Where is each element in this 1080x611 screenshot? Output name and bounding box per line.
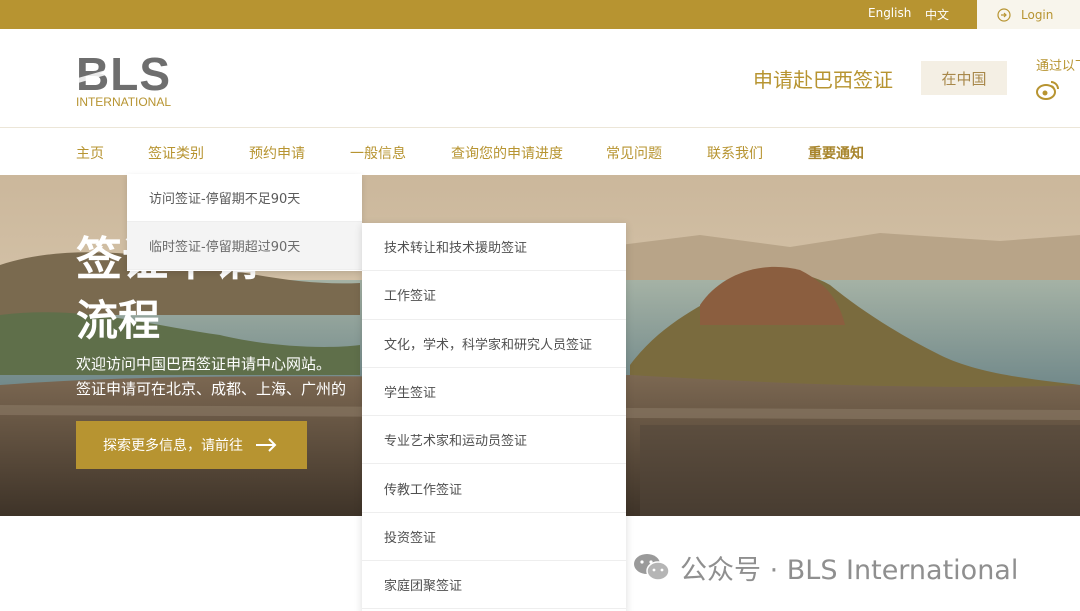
submenu-item-artist-athlete-visa[interactable]: 专业艺术家和运动员签证 — [362, 416, 626, 465]
follow-us-label: 通过以下 — [1036, 59, 1080, 74]
svg-text:INTERNATIONAL: INTERNATIONAL — [76, 95, 171, 109]
weibo-icon[interactable] — [1036, 79, 1060, 101]
header: BLS INTERNATIONAL 申请赴巴西签证 在中国 通过以下 — [0, 29, 1080, 128]
login-icon — [997, 7, 1011, 22]
language-english[interactable]: English — [868, 6, 911, 20]
nav-visa-types[interactable]: 签证类别 — [148, 143, 204, 163]
nav-home[interactable]: 主页 — [76, 143, 104, 163]
nav-faq[interactable]: 常见问题 — [606, 143, 662, 163]
submenu-item-missionary-visa[interactable]: 传教工作签证 — [362, 464, 626, 513]
submenu-item-family-reunion-visa[interactable]: 家庭团聚签证 — [362, 561, 626, 610]
watermark-text: 公众号 · BLS International — [680, 554, 1019, 586]
hero-description-line1: 欢迎访问中国巴西签证申请中心网站。 — [76, 355, 332, 373]
nav-track-application[interactable]: 查询您的申请进度 — [451, 143, 563, 163]
bls-logo[interactable]: BLS INTERNATIONAL — [76, 48, 176, 112]
menu-item-temporary-visa[interactable]: 临时签证-停留期超过90天 — [127, 222, 362, 270]
page: English 中文 Login BLS INTERNATIONAL 申请赴巴西… — [0, 0, 1080, 611]
menu-item-visit-visa[interactable]: 访问签证-停留期不足90天 — [127, 174, 362, 222]
submenu-item-culture-academic-visa[interactable]: 文化，学术，科学家和研究人员签证 — [362, 320, 626, 368]
top-bar: English 中文 Login — [0, 0, 1080, 29]
wechat-icon — [634, 554, 670, 581]
country-selector-button[interactable]: 在中国 — [921, 61, 1007, 95]
main-nav: 主页 签证类别 预约申请 一般信息 查询您的申请进度 常见问题 联系我们 重要通… — [0, 129, 1080, 174]
language-chinese[interactable]: 中文 — [925, 6, 949, 23]
visa-types-dropdown: 访问签证-停留期不足90天 临时签证-停留期超过90天 — [127, 174, 362, 271]
hero-title-line2: 流程 — [76, 296, 161, 345]
temporary-visa-submenu: 技术转让和技术援助签证 工作签证 文化，学术，科学家和研究人员签证 学生签证 专… — [362, 223, 626, 611]
page-title: 申请赴巴西签证 — [753, 68, 893, 92]
login-button[interactable]: Login — [977, 0, 1080, 29]
submenu-item-work-visa[interactable]: 工作签证 — [362, 271, 626, 320]
hero-description-line2: 签证申请可在北京、成都、上海、广州的 — [76, 380, 347, 398]
nav-contact[interactable]: 联系我们 — [707, 143, 763, 163]
submenu-item-tech-transfer-visa[interactable]: 技术转让和技术援助签证 — [362, 223, 626, 272]
arrow-right-icon — [256, 438, 277, 452]
nav-important-notice[interactable]: 重要通知 — [808, 143, 864, 163]
login-label: Login — [1021, 7, 1054, 22]
submenu-item-student-visa[interactable]: 学生签证 — [362, 368, 626, 417]
submenu-item-investment-visa[interactable]: 投资签证 — [362, 513, 626, 562]
nav-appointment[interactable]: 预约申请 — [249, 143, 305, 163]
explore-more-button[interactable]: 探索更多信息，请前往 — [76, 421, 307, 469]
svg-text:BLS: BLS — [76, 48, 171, 100]
wechat-watermark: 公众号 · BLS International — [632, 550, 1019, 586]
nav-general-info[interactable]: 一般信息 — [350, 143, 406, 163]
explore-more-label: 探索更多信息，请前往 — [103, 438, 243, 454]
